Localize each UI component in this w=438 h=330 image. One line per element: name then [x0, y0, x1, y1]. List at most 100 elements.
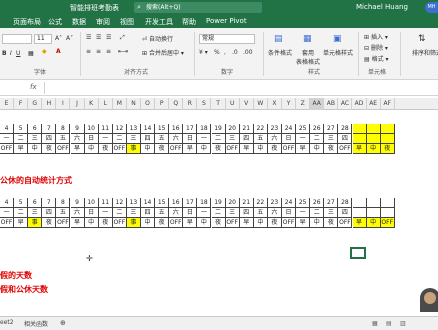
table2-weekdays-cell[interactable]: 日: [84, 208, 99, 218]
column-header-r[interactable]: R: [183, 98, 198, 110]
increase-decimal-icon[interactable]: .0: [232, 49, 238, 56]
table2-dates-cell[interactable]: 6: [28, 198, 43, 208]
table1-shifts-cell[interactable]: 夜: [42, 144, 57, 154]
table2-dates-cell[interactable]: 24: [282, 198, 297, 208]
table1-dates-cell[interactable]: 24: [282, 124, 297, 134]
column-header-ad[interactable]: AD: [353, 98, 367, 110]
table1-shifts-cell[interactable]: 夜: [155, 144, 170, 154]
sheet-tab-functions[interactable]: 相关函数: [24, 319, 48, 328]
sort-filter-button[interactable]: 排序和筛选: [412, 48, 438, 57]
align-bottom-icon[interactable]: ☰: [106, 34, 111, 41]
table2-weekdays-cell[interactable]: 三: [126, 208, 141, 218]
table1-dates-cell[interactable]: 16: [169, 124, 184, 134]
table2-dates-cell[interactable]: 17: [183, 198, 198, 208]
cell-styles-button[interactable]: 单元格样式: [323, 48, 353, 57]
table2-shifts-cell[interactable]: 中: [197, 218, 212, 228]
tab-review[interactable]: 审阅: [96, 17, 110, 27]
column-header-n[interactable]: N: [127, 98, 141, 110]
column-header-p[interactable]: P: [155, 98, 170, 110]
worksheet-grid[interactable]: 公休的自动统计方式 假的天数 假和公休天数 ✛ 4 5 6 7 8 9 10 11 12 13 14…: [0, 110, 438, 316]
table2-shifts-cell[interactable]: 中: [141, 218, 156, 228]
table2-weekdays-cell[interactable]: 二: [310, 208, 325, 218]
table1-weekdays-cell[interactable]: 五: [56, 134, 71, 144]
table2-shifts-cell[interactable]: 事: [28, 218, 43, 228]
table2-shifts-cell[interactable]: 夜: [211, 218, 226, 228]
column-header-ae[interactable]: AE: [367, 98, 381, 110]
column-header-h[interactable]: H: [42, 98, 57, 110]
table2-dates-cell[interactable]: 4: [0, 198, 15, 208]
table2-shifts-cell[interactable]: 早: [239, 218, 254, 228]
table1-weekdays-cell[interactable]: 四: [239, 134, 254, 144]
table2-shifts-cell[interactable]: OFF: [338, 218, 353, 228]
table1-weekdays-cell[interactable]: 二: [211, 134, 226, 144]
table1-dates-cell[interactable]: 28: [338, 124, 353, 134]
table1-weekdays-cell[interactable]: 五: [155, 134, 170, 144]
column-header-e[interactable]: E: [0, 98, 15, 110]
table2-dates-cell[interactable]: 15: [155, 198, 170, 208]
table1-weekdays-cell[interactable]: 三: [28, 134, 43, 144]
table2-weekdays-cell[interactable]: 二: [112, 208, 127, 218]
selected-cell[interactable]: [350, 247, 366, 259]
column-header-q[interactable]: Q: [169, 98, 184, 110]
table2-weekdays-cell[interactable]: 六: [70, 208, 85, 218]
table1-weekdays-cell[interactable]: 六: [70, 134, 85, 144]
table2-weekdays-cell[interactable]: 五: [155, 208, 170, 218]
fx-icon[interactable]: fx: [30, 83, 37, 91]
table2-dates-cell[interactable]: 27: [324, 198, 339, 208]
table2-dates-cell[interactable]: 23: [267, 198, 282, 208]
table2-weekdays-cell[interactable]: 六: [267, 208, 282, 218]
table1-weekdays-cell[interactable]: 日: [84, 134, 99, 144]
table1-dates-cell[interactable]: 17: [183, 124, 198, 134]
format-table-icon[interactable]: ▦: [303, 34, 312, 44]
tab-data[interactable]: 数据: [72, 17, 86, 27]
table1-dates-cell[interactable]: 21: [239, 124, 254, 134]
table2-dates-cell[interactable]: 8: [56, 198, 71, 208]
table2-shifts-cell[interactable]: 早: [14, 218, 29, 228]
table1-shifts-cell[interactable]: 夜: [98, 144, 113, 154]
table2-dates-cell[interactable]: 20: [225, 198, 240, 208]
table1-dates-cell[interactable]: 18: [197, 124, 212, 134]
table2-weekdays-cell[interactable]: 六: [169, 208, 184, 218]
font-color-icon[interactable]: A: [56, 48, 61, 55]
table2-weekdays-cell[interactable]: 四: [239, 208, 254, 218]
table1-dates-cell[interactable]: 26: [310, 124, 325, 134]
table1-weekdays-cell[interactable]: 四: [141, 134, 156, 144]
table2-shifts-cell[interactable]: 中: [84, 218, 99, 228]
column-header-m[interactable]: M: [113, 98, 127, 110]
percent-icon[interactable]: %: [214, 49, 220, 56]
delete-button[interactable]: ⊟ 删除 ▾: [364, 43, 388, 52]
table2-dates-cell[interactable]: 7: [42, 198, 57, 208]
table1-dates-cell[interactable]: 4: [0, 124, 15, 134]
table1-weekdays-cell[interactable]: 六: [267, 134, 282, 144]
table2-weekdays-cell[interactable]: 日: [183, 208, 198, 218]
wrap-text-button[interactable]: ⏎ 自动换行: [142, 34, 173, 43]
search-box[interactable]: ⌕ 搜索(Alt+Q): [134, 2, 262, 13]
table2-dates-cell[interactable]: [352, 198, 367, 208]
conditional-format-button[interactable]: 条件格式: [268, 48, 292, 57]
tab-developer[interactable]: 开发工具: [145, 17, 173, 27]
table2-dates-cell[interactable]: 28: [338, 198, 353, 208]
table1-dates-cell[interactable]: 19: [211, 124, 226, 134]
table1-shifts-cell[interactable]: 夜: [380, 144, 395, 154]
tab-formulas[interactable]: 公式: [48, 17, 62, 27]
cell-styles-icon[interactable]: ▣: [333, 34, 342, 44]
table2-dates-cell[interactable]: [380, 198, 395, 208]
table1-weekdays-cell[interactable]: [380, 134, 395, 144]
table1-weekdays-cell[interactable]: 三: [324, 134, 339, 144]
table2-dates-cell[interactable]: 5: [14, 198, 29, 208]
table1-weekdays-cell[interactable]: 一: [197, 134, 212, 144]
table2-weekdays-cell[interactable]: 一: [296, 208, 311, 218]
user-name[interactable]: Michael Huang: [356, 3, 408, 11]
table1-shifts-cell[interactable]: 事: [126, 144, 141, 154]
table1-shifts-cell[interactable]: 中: [310, 144, 325, 154]
table2-shifts-cell[interactable]: OFF: [0, 218, 15, 228]
table1-dates-cell[interactable]: 7: [42, 124, 57, 134]
page-layout-view-icon[interactable]: ▤: [386, 320, 392, 327]
column-header-z[interactable]: Z: [296, 98, 311, 110]
table1-weekdays-cell[interactable]: 三: [126, 134, 141, 144]
merge-center-button[interactable]: ⊞ 合并后居中 ▾: [142, 48, 184, 57]
table1-dates-cell[interactable]: 12: [112, 124, 127, 134]
align-middle-icon[interactable]: ☰: [96, 34, 101, 41]
table1-shifts-cell[interactable]: OFF: [112, 144, 127, 154]
table2-shifts-cell[interactable]: 夜: [155, 218, 170, 228]
